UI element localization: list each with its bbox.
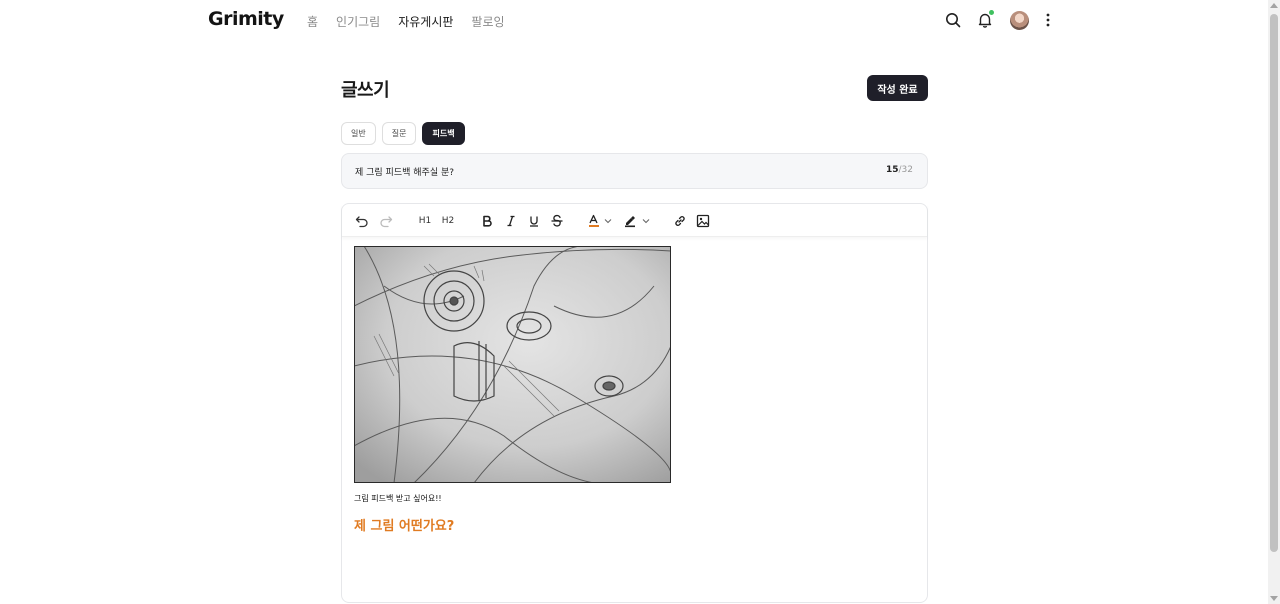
nav-popular[interactable]: 인기그림	[336, 13, 380, 30]
h1-button[interactable]: H1	[417, 212, 433, 229]
more-vertical-icon[interactable]	[1041, 9, 1055, 31]
nav-home[interactable]: 홈	[307, 13, 318, 30]
category-question[interactable]: 질문	[381, 122, 417, 145]
main-nav: 홈 인기그림 자유게시판 팔로잉	[307, 13, 523, 30]
editor: H1 H2 그림 피드백 받고 싶어요!! 제 그림 어떤가요?	[341, 203, 928, 603]
content-paragraph[interactable]: 그림 피드백 받고 싶어요!!	[354, 493, 442, 504]
bold-icon[interactable]	[479, 212, 495, 229]
nav-following[interactable]: 팔로잉	[471, 13, 504, 30]
underline-icon[interactable]	[526, 212, 542, 229]
nav-board[interactable]: 자유게시판	[398, 13, 453, 30]
bell-icon[interactable]	[974, 9, 996, 31]
category-feedback[interactable]: 피드백	[422, 122, 465, 145]
uploaded-image[interactable]	[354, 246, 671, 483]
category-general[interactable]: 일반	[341, 122, 376, 145]
scroll-thumb[interactable]	[1270, 14, 1278, 552]
notification-dot	[989, 10, 994, 15]
title-field[interactable]: 제 그림 피드백 해주실 분? 15/32	[341, 153, 928, 189]
page-scrollbar[interactable]	[1268, 0, 1280, 604]
logo[interactable]: Grimity	[208, 8, 284, 30]
submit-button[interactable]: 작성 완료	[867, 75, 928, 101]
page-title: 글쓰기	[341, 80, 390, 101]
top-header: Grimity 홈 인기그림 자유게시판 팔로잉	[0, 0, 1268, 42]
undo-icon[interactable]	[354, 212, 370, 229]
category-tabs: 일반 질문 피드백	[341, 122, 471, 145]
highlight-dropdown[interactable]	[623, 212, 651, 229]
title-char-count: 15/32	[885, 165, 913, 175]
title-input[interactable]: 제 그림 피드백 해주실 분?	[355, 165, 454, 178]
redo-icon[interactable]	[378, 212, 394, 229]
text-color-dropdown[interactable]	[587, 212, 613, 229]
avatar[interactable]	[1010, 10, 1029, 30]
search-icon[interactable]	[942, 9, 964, 31]
image-icon[interactable]	[695, 212, 711, 229]
link-icon[interactable]	[672, 212, 688, 229]
header-actions	[942, 9, 1055, 31]
content-heading[interactable]: 제 그림 어떤가요?	[354, 515, 454, 534]
scroll-down-arrow-icon[interactable]	[1270, 596, 1278, 601]
strikethrough-icon[interactable]	[549, 212, 565, 229]
editor-toolbar: H1 H2	[342, 204, 927, 237]
italic-icon[interactable]	[503, 212, 519, 229]
scroll-up-arrow-icon[interactable]	[1270, 3, 1278, 8]
h2-button[interactable]: H2	[440, 212, 456, 229]
